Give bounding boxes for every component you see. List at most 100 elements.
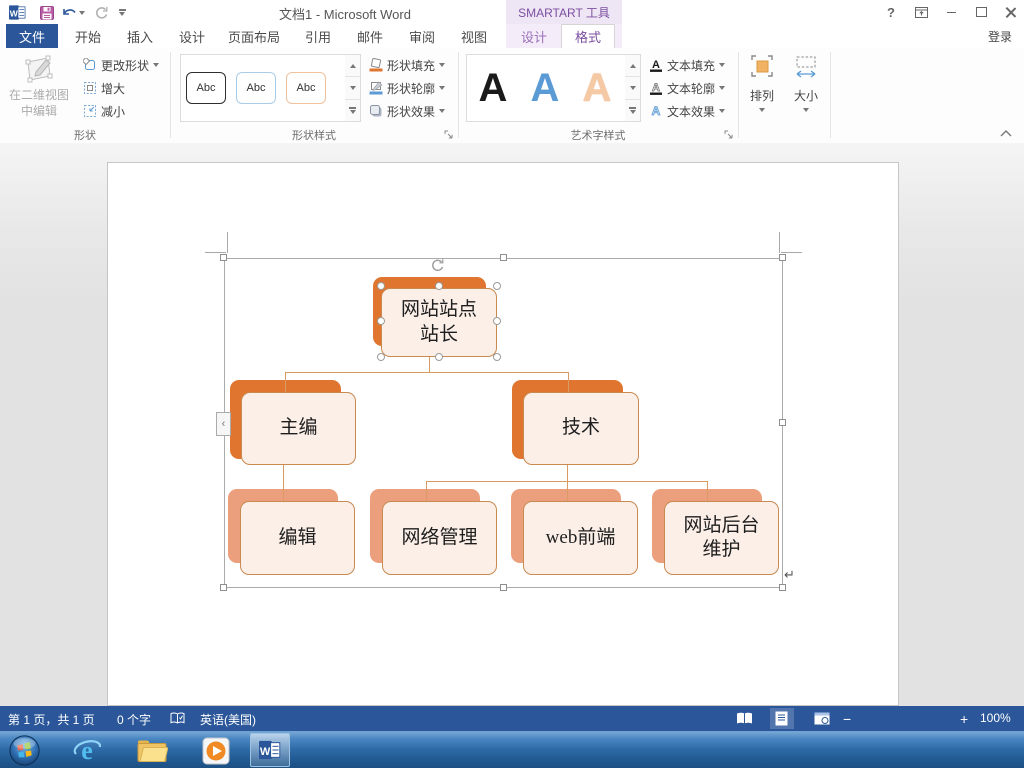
shape-fill-button[interactable]: 形状填充 xyxy=(368,54,446,76)
org-node-box[interactable]: 网站站点站长 xyxy=(381,288,497,357)
zoom-in-button[interactable]: + xyxy=(960,711,968,727)
shape-style-gallery: Abc Abc Abc xyxy=(180,54,346,122)
tab-view[interactable]: 视图 xyxy=(454,24,494,48)
gallery-up-button[interactable] xyxy=(625,55,640,76)
text-fill-button[interactable]: A 文本填充 xyxy=(648,54,726,76)
word-count[interactable]: 0 个字 xyxy=(117,711,151,728)
frame-handle-nw[interactable] xyxy=(220,254,227,261)
qat-customize-button[interactable] xyxy=(113,4,131,21)
gallery-more-button[interactable] xyxy=(625,98,640,121)
sign-in-link[interactable]: 登录 xyxy=(988,28,1012,45)
zoom-out-button[interactable]: − xyxy=(843,711,851,727)
save-button[interactable] xyxy=(38,4,56,21)
shape-styles-dialog-launcher[interactable] xyxy=(444,128,456,140)
zoom-level[interactable]: 100% xyxy=(980,711,1011,725)
shape-style-option-3[interactable]: Abc xyxy=(281,58,331,118)
shape-effects-button[interactable]: 形状效果 xyxy=(368,100,446,122)
tab-review[interactable]: 审阅 xyxy=(402,24,442,48)
change-shape-button[interactable]: 更改形状 xyxy=(82,54,160,76)
org-node-box[interactable]: 编辑 xyxy=(240,501,355,575)
gallery-down-button[interactable] xyxy=(345,76,360,98)
org-node-box[interactable]: 主编 xyxy=(241,392,356,465)
larger-button[interactable]: 增大 xyxy=(82,77,125,99)
language-indicator[interactable]: 英语(美国) xyxy=(200,711,256,728)
frame-handle-ne[interactable] xyxy=(779,254,786,261)
page-info[interactable]: 第 1 页，共 1 页 xyxy=(8,711,95,728)
group-divider xyxy=(830,52,831,138)
ribbon-tab-row: 文件 开始 插入 设计 页面布局 引用 邮件 审阅 视图 设计 格式 登录 xyxy=(0,24,1024,49)
smaller-button[interactable]: 减小 xyxy=(82,100,125,122)
org-node-box[interactable]: web前端 xyxy=(523,501,638,575)
taskbar-word-active[interactable]: W xyxy=(250,733,290,767)
frame-handle-s[interactable] xyxy=(500,584,507,591)
tab-home[interactable]: 开始 xyxy=(68,24,108,48)
taskbar-internet-explorer[interactable]: e xyxy=(68,734,108,767)
shape-handle-w[interactable] xyxy=(377,317,385,325)
minimize-button[interactable] xyxy=(938,3,964,21)
shape-handle-se[interactable] xyxy=(493,353,501,361)
shape-handle-n[interactable] xyxy=(435,282,443,290)
frame-handle-se[interactable] xyxy=(779,584,786,591)
taskbar-file-explorer[interactable] xyxy=(132,734,172,767)
size-icon xyxy=(796,56,816,78)
org-node-box[interactable]: 网络管理 xyxy=(382,501,497,575)
gallery-down-button[interactable] xyxy=(625,76,640,98)
shape-handle-s[interactable] xyxy=(435,353,443,361)
ribbon-display-options-button[interactable] xyxy=(908,3,934,21)
undo-button[interactable] xyxy=(60,4,86,21)
start-button[interactable] xyxy=(6,734,42,767)
tab-file[interactable]: 文件 xyxy=(6,24,58,48)
tab-page-layout[interactable]: 页面布局 xyxy=(222,24,286,48)
word-icon: W xyxy=(259,740,281,760)
tab-insert[interactable]: 插入 xyxy=(120,24,160,48)
wordart-option-1[interactable]: A xyxy=(467,56,519,120)
print-layout-button[interactable] xyxy=(770,708,794,729)
shape-outline-button[interactable]: 形状轮廓 xyxy=(368,77,446,99)
margin-mark xyxy=(781,252,802,253)
read-mode-button[interactable] xyxy=(736,712,753,728)
size-button[interactable]: 大小 xyxy=(785,52,827,126)
frame-handle-sw[interactable] xyxy=(220,584,227,591)
text-fill-icon: A xyxy=(648,58,663,73)
tab-references[interactable]: 引用 xyxy=(298,24,338,48)
text-pane-toggle[interactable]: ‹ xyxy=(216,412,231,436)
close-button[interactable] xyxy=(998,3,1024,21)
text-outline-button[interactable]: A 文本轮廓 xyxy=(648,77,726,99)
frame-handle-n[interactable] xyxy=(500,254,507,261)
edit-in-2d-button[interactable]: 在二维视图中编辑 xyxy=(6,52,72,126)
tab-design[interactable]: 设计 xyxy=(172,24,212,48)
taskbar-media-player[interactable] xyxy=(196,734,236,767)
wordart-option-3[interactable]: A xyxy=(571,56,623,120)
org-node-box[interactable]: 网站后台维护 xyxy=(664,501,779,575)
tab-mailings[interactable]: 邮件 xyxy=(350,24,390,48)
tab-smartart-format[interactable]: 格式 xyxy=(561,24,615,48)
text-effects-label: 文本效果 xyxy=(667,104,716,119)
shape-style-option-2[interactable]: Abc xyxy=(231,58,281,118)
gallery-more-button[interactable] xyxy=(345,98,360,121)
help-button[interactable]: ? xyxy=(878,3,904,21)
wordart-dialog-launcher[interactable] xyxy=(724,128,736,140)
shape-handle-ne[interactable] xyxy=(493,282,501,290)
shapes-group-label: 形状 xyxy=(74,130,96,142)
arrange-button[interactable]: 排列 xyxy=(741,52,783,126)
redo-button[interactable] xyxy=(92,4,110,21)
frame-handle-e[interactable] xyxy=(779,419,786,426)
wordart-option-2[interactable]: A xyxy=(519,56,571,120)
text-effects-button[interactable]: A 文本效果 xyxy=(648,100,726,122)
shape-style-option-1[interactable]: Abc xyxy=(181,58,231,118)
tab-smartart-design[interactable]: 设计 xyxy=(506,24,562,48)
gallery-up-button[interactable] xyxy=(345,55,360,76)
shape-handle-nw[interactable] xyxy=(377,282,385,290)
org-node-box[interactable]: 技术 xyxy=(523,392,639,465)
rotation-handle[interactable] xyxy=(430,258,445,278)
proofing-icon[interactable] xyxy=(170,712,185,728)
shape-handle-e[interactable] xyxy=(493,317,501,325)
document-area[interactable]: ‹ 网站站点站长 主编 技术 编辑 网络管理 web前端 网站后台维护 ↵ xyxy=(0,143,1024,706)
word-app-icon: W xyxy=(8,4,26,21)
restore-button[interactable] xyxy=(968,3,994,21)
collapse-ribbon-button[interactable] xyxy=(1000,124,1012,142)
smartart-canvas[interactable]: ‹ 网站站点站长 主编 技术 编辑 网络管理 web前端 网站后台维护 xyxy=(216,254,786,591)
shape-handle-sw[interactable] xyxy=(377,353,385,361)
web-layout-button[interactable] xyxy=(814,712,830,728)
window-title: 文档1 - Microsoft Word xyxy=(279,7,411,22)
